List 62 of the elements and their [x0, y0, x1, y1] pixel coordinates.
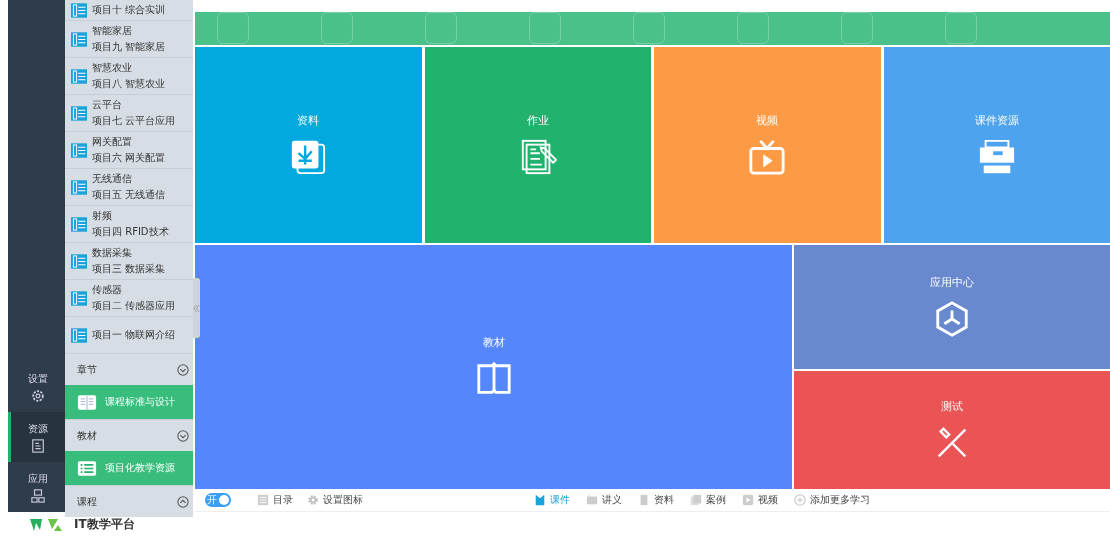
rail-item[interactable]: 设置	[8, 362, 65, 412]
app-title: IT教学平台	[74, 516, 135, 533]
document-icon	[31, 438, 45, 453]
file-icon	[638, 494, 650, 506]
list-icon	[71, 179, 87, 195]
project-subtitle: 网关配置	[92, 135, 133, 149]
toolbar-tab[interactable]: 添加更多学习	[794, 493, 870, 507]
toolbar-button[interactable]: 目录	[257, 493, 293, 507]
project-subtitle: 智能家居	[92, 24, 133, 38]
pages-icon	[690, 494, 702, 506]
list-icon	[71, 142, 87, 158]
collapse-handle[interactable]	[193, 278, 200, 338]
project-subtitle: 无线通信	[92, 172, 133, 186]
list-icon	[257, 494, 269, 506]
rail-item[interactable]: 资源	[8, 412, 65, 462]
list-icon	[71, 2, 87, 18]
add-icon	[794, 494, 806, 506]
note-icon	[586, 494, 598, 506]
project-title[interactable]: 项目一 物联网介绍	[92, 328, 176, 342]
double-chevron-icon	[193, 303, 200, 313]
project-title[interactable]: 项目四 RFID技术	[92, 225, 169, 239]
project-title[interactable]: 项目二 传感器应用	[92, 299, 176, 313]
project-title[interactable]: 项目九 智能家居	[92, 40, 166, 54]
rail-item[interactable]: 应用	[8, 462, 65, 512]
blocks-icon	[31, 488, 45, 503]
toolbar-tab[interactable]: 资料	[638, 493, 674, 507]
project-title[interactable]: 项目三 数据采集	[92, 262, 166, 276]
list-icon	[71, 327, 87, 343]
settings-icon	[31, 388, 45, 403]
chevron-icon	[177, 495, 189, 508]
project-title[interactable]: 项目十 综合实训	[92, 3, 166, 17]
cube-icon	[933, 300, 971, 339]
toolbar-tab[interactable]: 讲义	[586, 493, 622, 507]
project-title[interactable]: 项目六 网关配置	[92, 151, 166, 165]
settings-icon	[307, 494, 319, 506]
project-title[interactable]: 项目七 云平台应用	[92, 114, 176, 128]
project-subtitle: 数据采集	[92, 246, 133, 260]
list-icon	[71, 253, 87, 269]
project-subtitle: 传感器	[92, 283, 123, 297]
list-icon	[71, 216, 87, 232]
book-icon	[77, 393, 97, 411]
tv-icon	[748, 138, 787, 177]
project-title[interactable]: 项目八 智慧农业	[92, 77, 166, 91]
project-subtitle: 云平台	[92, 98, 123, 112]
bookmark-icon	[534, 494, 546, 506]
chevron-icon	[177, 429, 189, 442]
toolbar-button[interactable]: 设置图标	[307, 493, 363, 507]
toolbar-tab[interactable]: 视频	[742, 493, 778, 507]
project-title[interactable]: 项目五 无线通信	[92, 188, 166, 202]
list-icon	[71, 68, 87, 84]
list-icon	[71, 31, 87, 47]
chevron-icon	[177, 363, 189, 376]
document-icon	[289, 138, 328, 177]
toolbar-tab[interactable]: 案例	[690, 493, 726, 507]
list-icon	[77, 459, 97, 477]
list-icon	[71, 290, 87, 306]
project-subtitle: 射频	[92, 209, 113, 223]
list-icon	[71, 105, 87, 121]
play-icon	[742, 494, 754, 506]
section-header[interactable]: 课程	[65, 485, 193, 517]
project-subtitle: 智慧农业	[92, 61, 133, 75]
tile[interactable]: 测试	[794, 371, 1110, 489]
